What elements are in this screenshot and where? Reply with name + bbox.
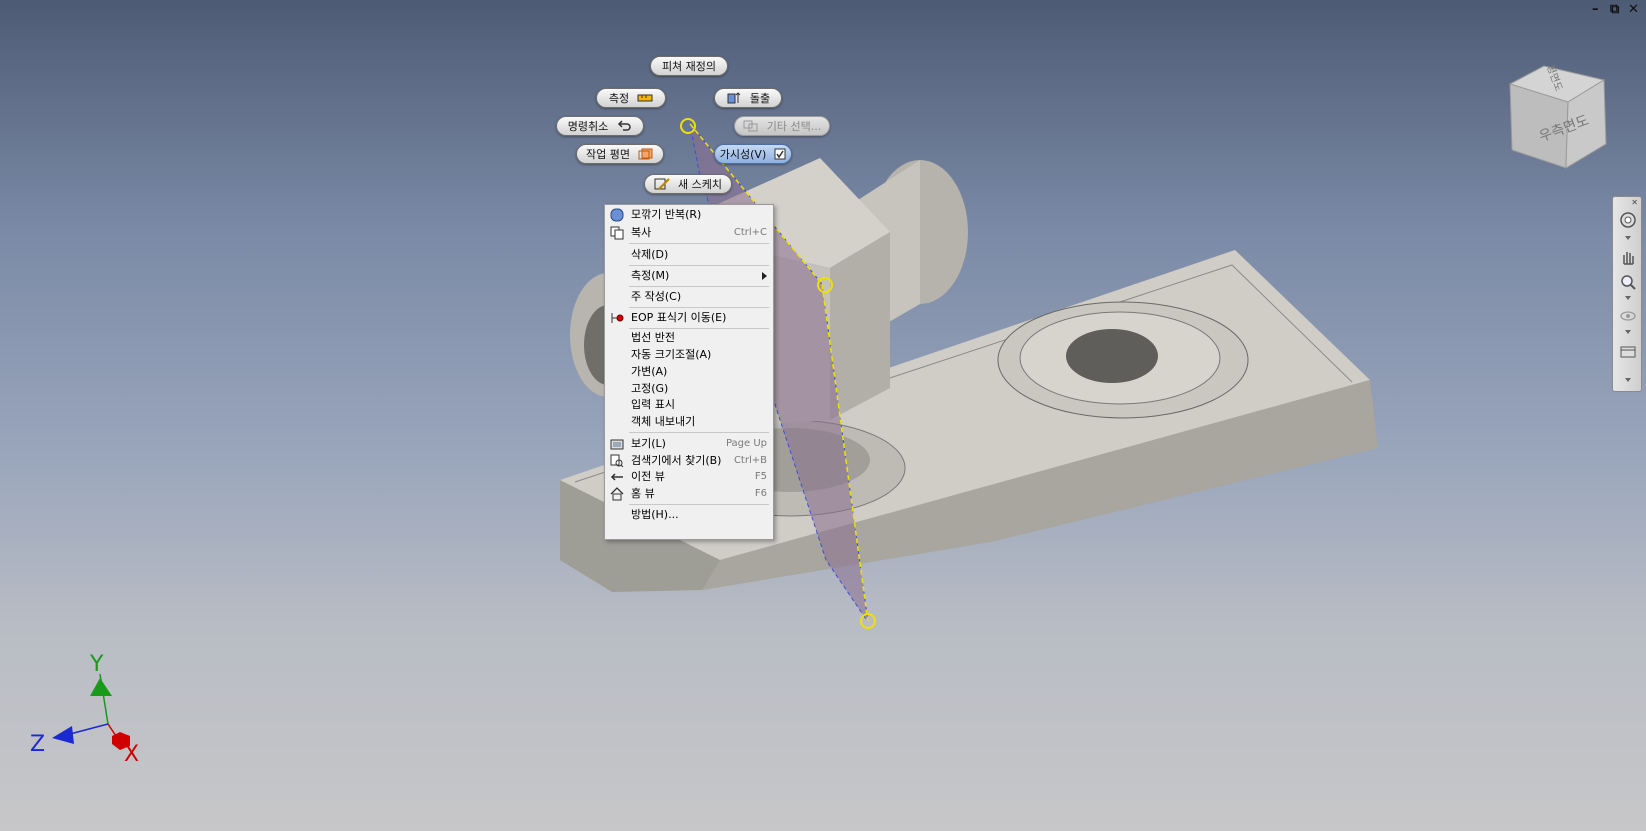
menu-separator <box>629 504 769 505</box>
menu-item-repeat-fillet[interactable]: 모깎기 반복(R) <box>605 207 773 223</box>
menu-item-adaptive[interactable]: 가변(A) <box>605 364 773 380</box>
chevron-down-icon[interactable] <box>1624 295 1632 301</box>
z-axis-label: Z <box>30 732 46 757</box>
menu-item-view[interactable]: 보기(L) Page Up <box>605 436 773 452</box>
steering-wheel-icon[interactable] <box>1619 211 1637 229</box>
new-sketch-button[interactable]: 새 스케치 <box>644 174 732 194</box>
menu-item-create-note[interactable]: 주 작성(C) <box>605 289 773 305</box>
plane-grip-top[interactable] <box>680 118 696 134</box>
menu-item-export-object[interactable]: 객체 내보내기 <box>605 414 773 430</box>
chevron-down-icon[interactable] <box>1624 235 1632 241</box>
menu-item-move-eop[interactable]: EOP 표식기 이동(E) <box>605 310 773 326</box>
y-axis-label: Y <box>90 652 104 677</box>
graphics-viewport[interactable]: – ⧉ ✕ 평면도 우측면도 피쳐 재정의 측정 돌출 명령취소 기타 선택..… <box>0 0 1646 831</box>
other-select-button[interactable]: 기타 선택... <box>734 116 830 136</box>
navbar-close-icon[interactable]: ✕ <box>1631 198 1638 207</box>
menu-separator <box>629 286 769 287</box>
look-at-icon[interactable] <box>1619 343 1637 361</box>
navigation-bar: ✕ <box>1612 196 1642 392</box>
view-icon <box>610 439 624 450</box>
menu-item-measure[interactable]: 측정(M) <box>605 268 773 284</box>
ruler-icon <box>637 94 653 102</box>
viewcube[interactable]: 평면도 우측면도 <box>1508 62 1610 170</box>
measure-button[interactable]: 측정 <box>596 88 666 108</box>
eop-marker-icon <box>611 313 624 323</box>
home-view-icon <box>610 487 624 501</box>
new-sketch-icon <box>654 178 670 190</box>
menu-item-copy[interactable]: 복사 Ctrl+C <box>605 225 773 241</box>
menu-separator <box>629 432 769 433</box>
context-menu: 모깎기 반복(R) 복사 Ctrl+C 삭제(D) 측정(M) 주 작성(C) … <box>604 204 774 540</box>
menu-item-how-to[interactable]: 방법(H)... <box>605 507 773 523</box>
through-hole <box>1066 329 1158 383</box>
redefine-feature-button[interactable]: 피쳐 재정의 <box>650 56 728 76</box>
menu-item-previous-view[interactable]: 이전 뷰 F5 <box>605 469 773 485</box>
undo-icon <box>618 120 631 131</box>
copy-icon <box>610 226 624 240</box>
menu-item-show-input[interactable]: 입력 표시 <box>605 397 773 413</box>
menu-item-ground[interactable]: 고정(G) <box>605 381 773 397</box>
menu-item-home-view[interactable]: 홈 뷰 F6 <box>605 486 773 502</box>
zoom-icon[interactable] <box>1619 273 1637 291</box>
find-in-browser-icon <box>610 454 624 468</box>
menu-separator <box>629 328 769 329</box>
previous-view-icon <box>610 473 623 481</box>
y-axis-cone <box>90 678 112 696</box>
z-axis-line <box>69 723 109 735</box>
menu-item-find-in-browser[interactable]: 검색기에서 찾기(B) Ctrl+B <box>605 453 773 469</box>
menu-separator <box>629 307 769 308</box>
menu-separator <box>629 265 769 266</box>
menu-separator <box>629 243 769 244</box>
extrude-button[interactable]: 돌출 <box>714 88 782 108</box>
x-axis-label: X <box>124 742 140 767</box>
z-axis-cone <box>52 726 74 744</box>
work-plane-button[interactable]: 작업 평면 <box>576 144 664 164</box>
orbit-icon[interactable] <box>1619 307 1637 325</box>
work-plane-icon <box>638 148 653 160</box>
menu-item-auto-resize[interactable]: 자동 크기조절(A) <box>605 347 773 363</box>
visibility-toggle[interactable]: 가시성(V) <box>714 144 792 164</box>
menu-item-flip-normal[interactable]: 법선 반전 <box>605 330 773 346</box>
undo-button[interactable]: 명령취소 <box>556 116 644 136</box>
chevron-down-icon[interactable] <box>1624 329 1632 335</box>
fillet-icon <box>610 208 624 222</box>
pan-hand-icon[interactable] <box>1619 249 1637 267</box>
submenu-arrow-icon <box>762 272 767 280</box>
checkbox-checked-icon <box>774 148 786 160</box>
chevron-down-icon[interactable] <box>1624 377 1632 383</box>
extrude-icon <box>727 92 741 104</box>
menu-item-delete[interactable]: 삭제(D) <box>605 247 773 263</box>
select-other-icon <box>743 120 758 132</box>
